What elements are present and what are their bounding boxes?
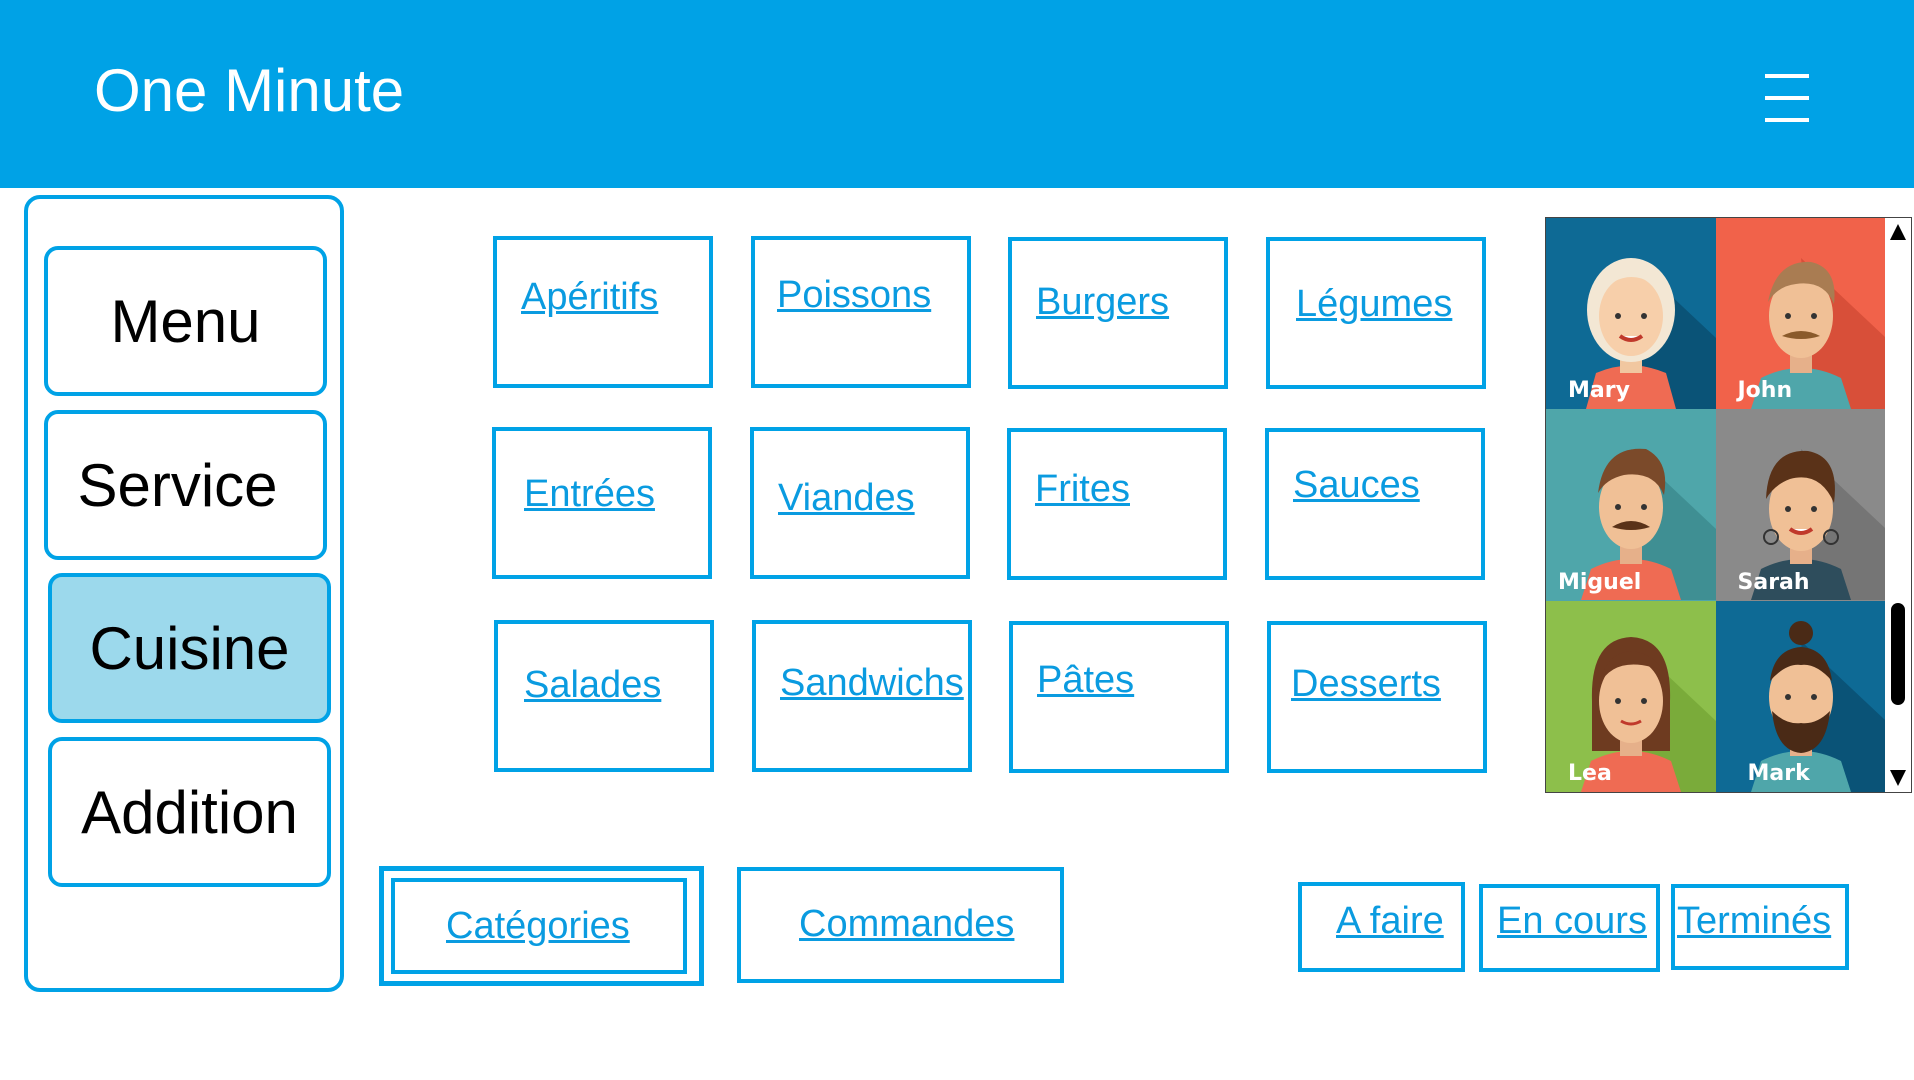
category-link[interactable]: Sandwichs: [780, 662, 964, 705]
category-link[interactable]: Apéritifs: [521, 276, 658, 319]
tab-categories[interactable]: Catégories: [379, 866, 704, 986]
category-link[interactable]: Entrées: [524, 473, 655, 516]
staff-avatar-miguel[interactable]: Miguel: [1546, 409, 1716, 601]
filter-a-faire[interactable]: A faire: [1298, 882, 1465, 972]
category-desserts[interactable]: Desserts: [1267, 621, 1487, 773]
category-salades[interactable]: Salades: [494, 620, 714, 772]
filter-en-cours[interactable]: En cours: [1479, 884, 1660, 972]
category-viandes[interactable]: Viandes: [750, 427, 970, 579]
category-link[interactable]: Légumes: [1296, 283, 1452, 326]
hamburger-line: [1765, 96, 1809, 100]
staff-grid: Mary John Miguel Sarah Lea Mark: [1546, 218, 1885, 792]
staff-name: John: [1737, 378, 1793, 404]
category-aperitifs[interactable]: Apéritifs: [493, 236, 713, 388]
category-link[interactable]: Salades: [524, 664, 661, 707]
category-legumes[interactable]: Légumes: [1266, 237, 1486, 389]
category-pates[interactable]: Pâtes: [1009, 621, 1229, 773]
tab-commandes-link[interactable]: Commandes: [799, 903, 1014, 946]
scroll-up-arrow-icon[interactable]: [1890, 224, 1906, 240]
category-link[interactable]: Sauces: [1293, 464, 1420, 507]
staff-name: Miguel: [1558, 569, 1642, 595]
tab-commandes[interactable]: Commandes: [737, 867, 1064, 983]
category-link[interactable]: Burgers: [1036, 281, 1169, 324]
hamburger-line: [1765, 118, 1809, 122]
staff-name: Mary: [1568, 378, 1630, 404]
staff-panel: Mary John Miguel Sarah Lea Mark: [1545, 217, 1912, 793]
category-link[interactable]: Pâtes: [1037, 659, 1134, 702]
filter-termines[interactable]: Terminés: [1671, 884, 1849, 970]
staff-avatar-lea[interactable]: Lea: [1546, 600, 1716, 792]
sidebar-item-cuisine[interactable]: Cuisine: [48, 573, 331, 723]
filter-link[interactable]: En cours: [1497, 900, 1647, 943]
filter-link[interactable]: A faire: [1336, 900, 1444, 943]
staff-avatar-mark[interactable]: Mark: [1715, 600, 1885, 792]
staff-scrollbar[interactable]: [1885, 218, 1911, 792]
staff-name: Mark: [1747, 760, 1810, 786]
tab-categories-link[interactable]: Catégories: [446, 905, 630, 948]
staff-name: Lea: [1568, 760, 1612, 786]
category-link[interactable]: Desserts: [1291, 663, 1441, 706]
sidebar-item-service[interactable]: Service: [44, 410, 327, 560]
staff-avatar-sarah[interactable]: Sarah: [1715, 409, 1885, 601]
hamburger-line: [1765, 74, 1809, 78]
filter-link[interactable]: Terminés: [1677, 900, 1831, 943]
category-entrees[interactable]: Entrées: [492, 427, 712, 579]
scroll-thumb[interactable]: [1891, 603, 1905, 705]
app-title: One Minute: [94, 57, 405, 124]
category-burgers[interactable]: Burgers: [1008, 237, 1228, 389]
sidebar-item-addition[interactable]: Addition: [48, 737, 331, 887]
sidebar-item-menu[interactable]: Menu: [44, 246, 327, 396]
staff-avatar-mary[interactable]: Mary: [1546, 218, 1716, 410]
category-poissons[interactable]: Poissons: [751, 236, 971, 388]
category-frites[interactable]: Frites: [1007, 428, 1227, 580]
category-sauces[interactable]: Sauces: [1265, 428, 1485, 580]
scroll-down-arrow-icon[interactable]: [1890, 770, 1906, 786]
app-header: One Minute: [0, 0, 1914, 188]
hamburger-icon[interactable]: [1765, 74, 1809, 122]
staff-name: Sarah: [1737, 569, 1810, 595]
category-link[interactable]: Viandes: [778, 477, 915, 520]
category-link[interactable]: Frites: [1035, 468, 1130, 511]
category-sandwichs[interactable]: Sandwichs: [752, 620, 972, 772]
staff-avatar-john[interactable]: John: [1715, 218, 1885, 410]
category-link[interactable]: Poissons: [777, 274, 931, 317]
